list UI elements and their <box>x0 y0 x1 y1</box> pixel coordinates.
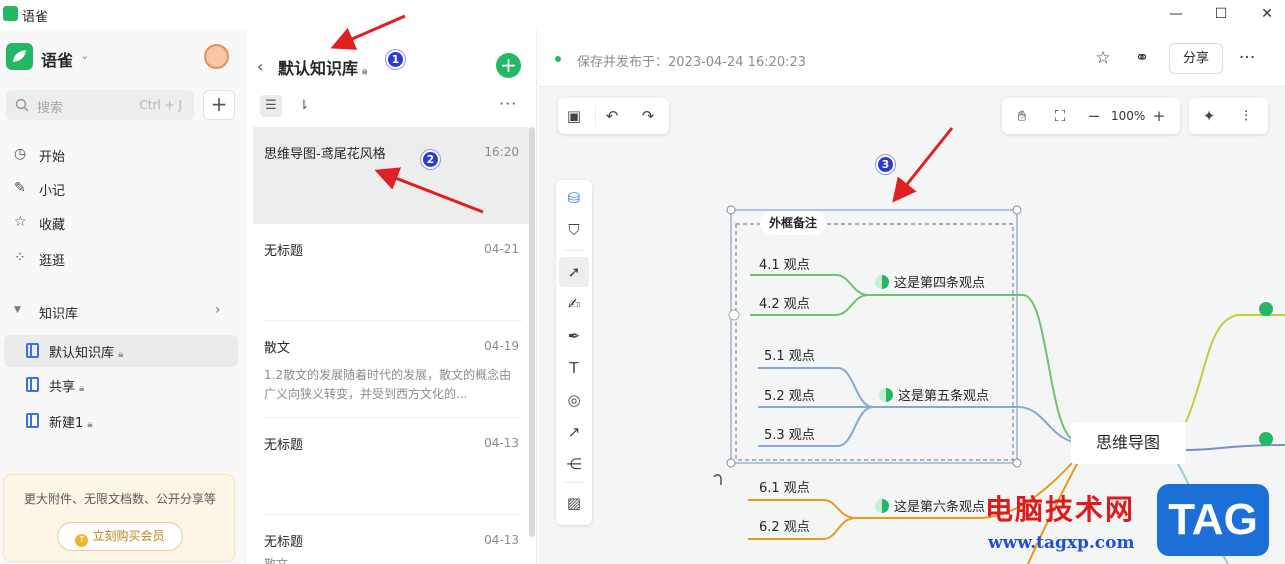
watermark-title: 电脑技术网 <box>985 493 1136 526</box>
annotation-arrow <box>374 167 484 214</box>
watermark-url: www.tagxp.com <box>988 533 1135 553</box>
app-window: 语雀 — ☐ ✕ 语雀 ⌄ 搜索 Ctrl + J + ◷ 开始 ✎ 小记 ☆ … <box>0 0 1285 564</box>
annotation-badge: 2 <box>421 150 440 169</box>
watermark: 电脑技术网 www.tagxp.com TAG <box>985 478 1285 564</box>
annotation-arrow <box>330 14 406 50</box>
annotation-arrow <box>892 127 954 203</box>
annotation-badge: 3 <box>876 155 895 174</box>
watermark-tag: TAG <box>1157 484 1269 556</box>
annotation-badge: 1 <box>386 50 405 69</box>
